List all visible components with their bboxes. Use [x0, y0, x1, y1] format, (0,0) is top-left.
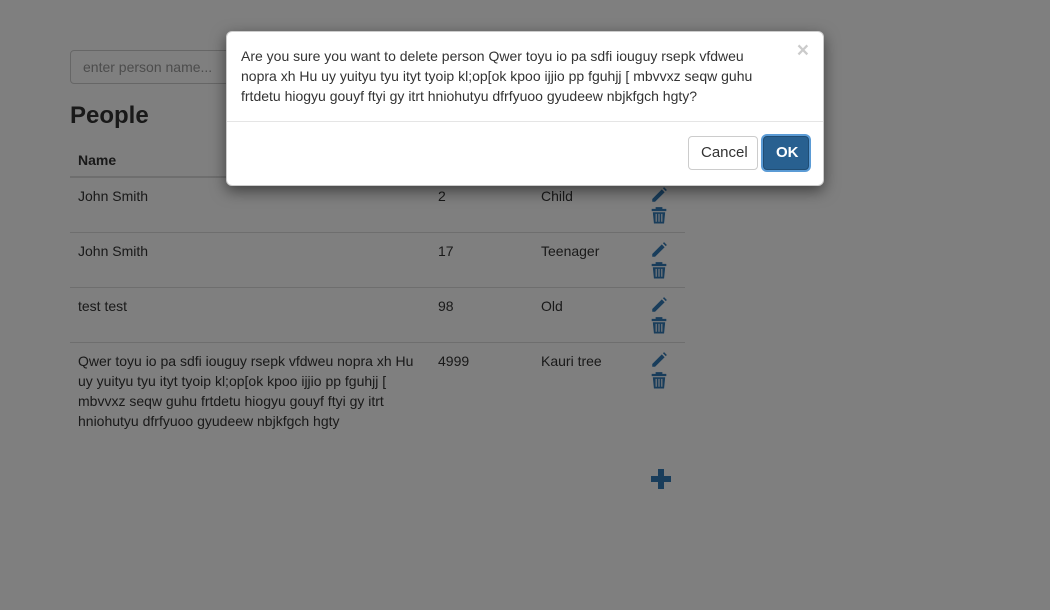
dialog-footer: Cancel OK: [688, 136, 809, 170]
dialog-message: Are you sure you want to delete person Q…: [227, 32, 823, 122]
cancel-button[interactable]: Cancel: [688, 136, 758, 170]
close-icon[interactable]: ×: [797, 40, 809, 61]
ok-button[interactable]: OK: [763, 136, 809, 170]
delete-confirm-dialog: × Are you sure you want to delete person…: [226, 31, 824, 186]
